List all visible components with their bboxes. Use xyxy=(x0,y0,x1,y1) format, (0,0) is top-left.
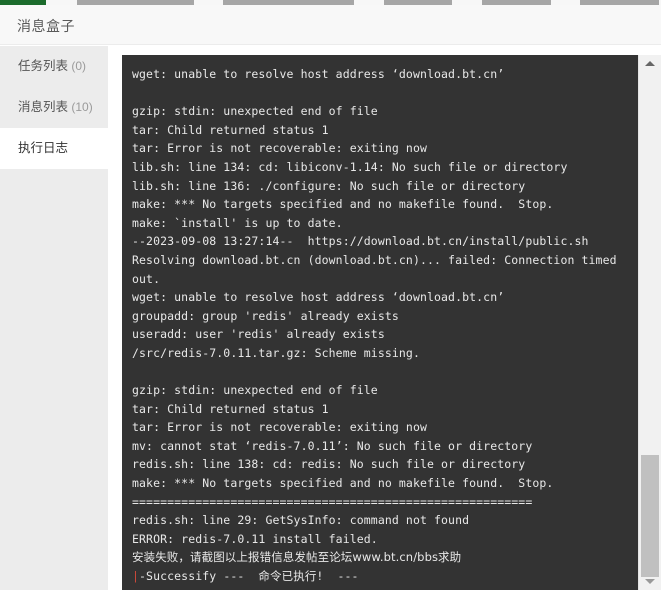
log-line: tar: Child returned status 1 xyxy=(132,122,329,137)
log-final-text: -Successify --- 命令已执行! --- xyxy=(139,569,359,584)
log-line: make: *** No targets specified and no ma… xyxy=(132,197,554,212)
log-line: wget: unable to resolve host address ‘do… xyxy=(132,290,505,305)
log-line: make: `install' is up to date. xyxy=(132,215,343,230)
log-console-output[interactable]: wget: unable to resolve host address ‘do… xyxy=(122,55,638,590)
log-line: lib.sh: line 134: cd: libiconv-1.14: No … xyxy=(132,159,568,174)
sidebar-item-label: 执行日志 xyxy=(18,141,69,155)
log-line: tar: Error is not recoverable: exiting n… xyxy=(132,141,427,156)
log-line: ========================================… xyxy=(132,494,533,509)
log-line: wget: unable to resolve host address ‘do… xyxy=(132,67,505,81)
log-line: redis.sh: line 29: GetSysInfo: command n… xyxy=(132,513,470,528)
execution-log-panel: wget: unable to resolve host address ‘do… xyxy=(122,55,661,590)
log-line: groupadd: group 'redis' already exists xyxy=(132,308,399,323)
message-box-window: 消息盒子 任务列表 (0) 消息列表 (10) 执行日志 wget: unable … xyxy=(0,5,661,590)
sidebar-item-count: (10) xyxy=(68,100,93,114)
sidebar-item-message-list[interactable]: 消息列表 (10) xyxy=(0,87,108,128)
log-line-failure-notice: 安装失败，请截图以上报错信息发帖至论坛www.bt.cn/bbs求助 xyxy=(132,550,462,565)
sidebar-item-label: 任务列表 xyxy=(18,59,69,73)
log-line: redis.sh: line 138: cd: redis: No such f… xyxy=(132,457,526,472)
log-line: gzip: stdin: unexpected end of file xyxy=(132,383,378,398)
scroll-up-arrow-icon[interactable] xyxy=(639,55,661,72)
page-title: 消息盒子 xyxy=(17,18,75,34)
sidebar-item-count: (0) xyxy=(68,59,87,73)
log-line: ERROR: redis-7.0.11 install failed. xyxy=(132,531,378,546)
sidebar-nav: 任务列表 (0) 消息列表 (10) 执行日志 xyxy=(0,46,108,590)
log-scrollbar[interactable] xyxy=(638,55,661,590)
log-line: /src/redis-7.0.11.tar.gz: Scheme missing… xyxy=(132,345,420,360)
log-line: gzip: stdin: unexpected end of file xyxy=(132,104,378,119)
window-header: 消息盒子 xyxy=(0,5,661,45)
log-line: make: *** No targets specified and no ma… xyxy=(132,476,554,491)
log-line: --2023-09-08 13:27:14-- https://download… xyxy=(132,234,589,249)
log-line-final: |-Successify --- 命令已执行! --- xyxy=(132,567,638,586)
sidebar-item-task-list[interactable]: 任务列表 (0) xyxy=(0,46,108,87)
sidebar-item-label: 消息列表 xyxy=(18,100,69,114)
log-line: tar: Error is not recoverable: exiting n… xyxy=(132,420,427,435)
sidebar-item-execution-log[interactable]: 执行日志 xyxy=(0,128,108,169)
terminal-cursor-icon: | xyxy=(132,569,140,584)
scrollbar-thumb[interactable] xyxy=(641,455,659,577)
log-line: useradd: user 'redis' already exists xyxy=(132,327,385,342)
log-line: lib.sh: line 136: ./configure: No such f… xyxy=(132,178,526,193)
log-line: Resolving download.bt.cn (download.bt.cn… xyxy=(132,252,624,286)
scroll-down-arrow-icon[interactable] xyxy=(639,573,661,590)
log-line: mv: cannot stat ‘redis-7.0.11’: No such … xyxy=(132,438,533,453)
log-line: tar: Child returned status 1 xyxy=(132,401,329,416)
